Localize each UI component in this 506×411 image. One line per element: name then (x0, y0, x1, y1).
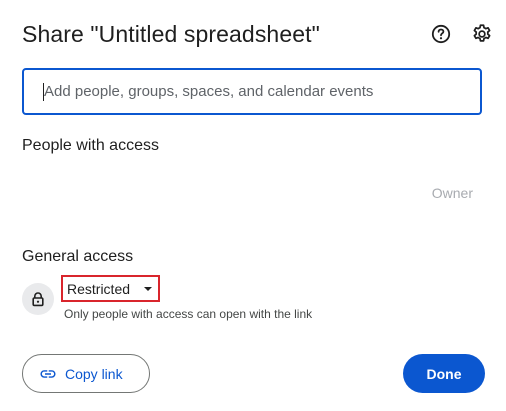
add-people-field[interactable] (22, 68, 482, 115)
owner-role-label: Owner (431, 185, 473, 201)
general-access-description: Only people with access can open with th… (64, 307, 313, 321)
settings-button[interactable] (470, 22, 494, 46)
done-button[interactable]: Done (403, 354, 485, 393)
general-access-icon-container (22, 283, 54, 315)
dialog-title: Share "Untitled spreadsheet" (22, 21, 320, 47)
people-with-access-heading: People with access (22, 137, 159, 154)
copy-link-label: Copy link (65, 365, 123, 382)
share-dialog: Share "Untitled spreadsheet" People with… (0, 0, 506, 411)
done-label: Done (426, 365, 462, 382)
general-access-heading: General access (22, 248, 134, 265)
dropdown-arrow-icon (144, 287, 152, 291)
link-icon (40, 369, 56, 378)
general-access-selected-value: Restricted (67, 280, 131, 297)
copy-link-button[interactable]: Copy link (22, 354, 150, 393)
general-access-dropdown[interactable]: Restricted (61, 275, 160, 302)
help-button[interactable] (429, 22, 453, 46)
gear-icon (473, 24, 491, 42)
help-circle-icon (431, 24, 451, 44)
lock-icon (32, 292, 44, 307)
add-people-input[interactable] (42, 70, 464, 113)
